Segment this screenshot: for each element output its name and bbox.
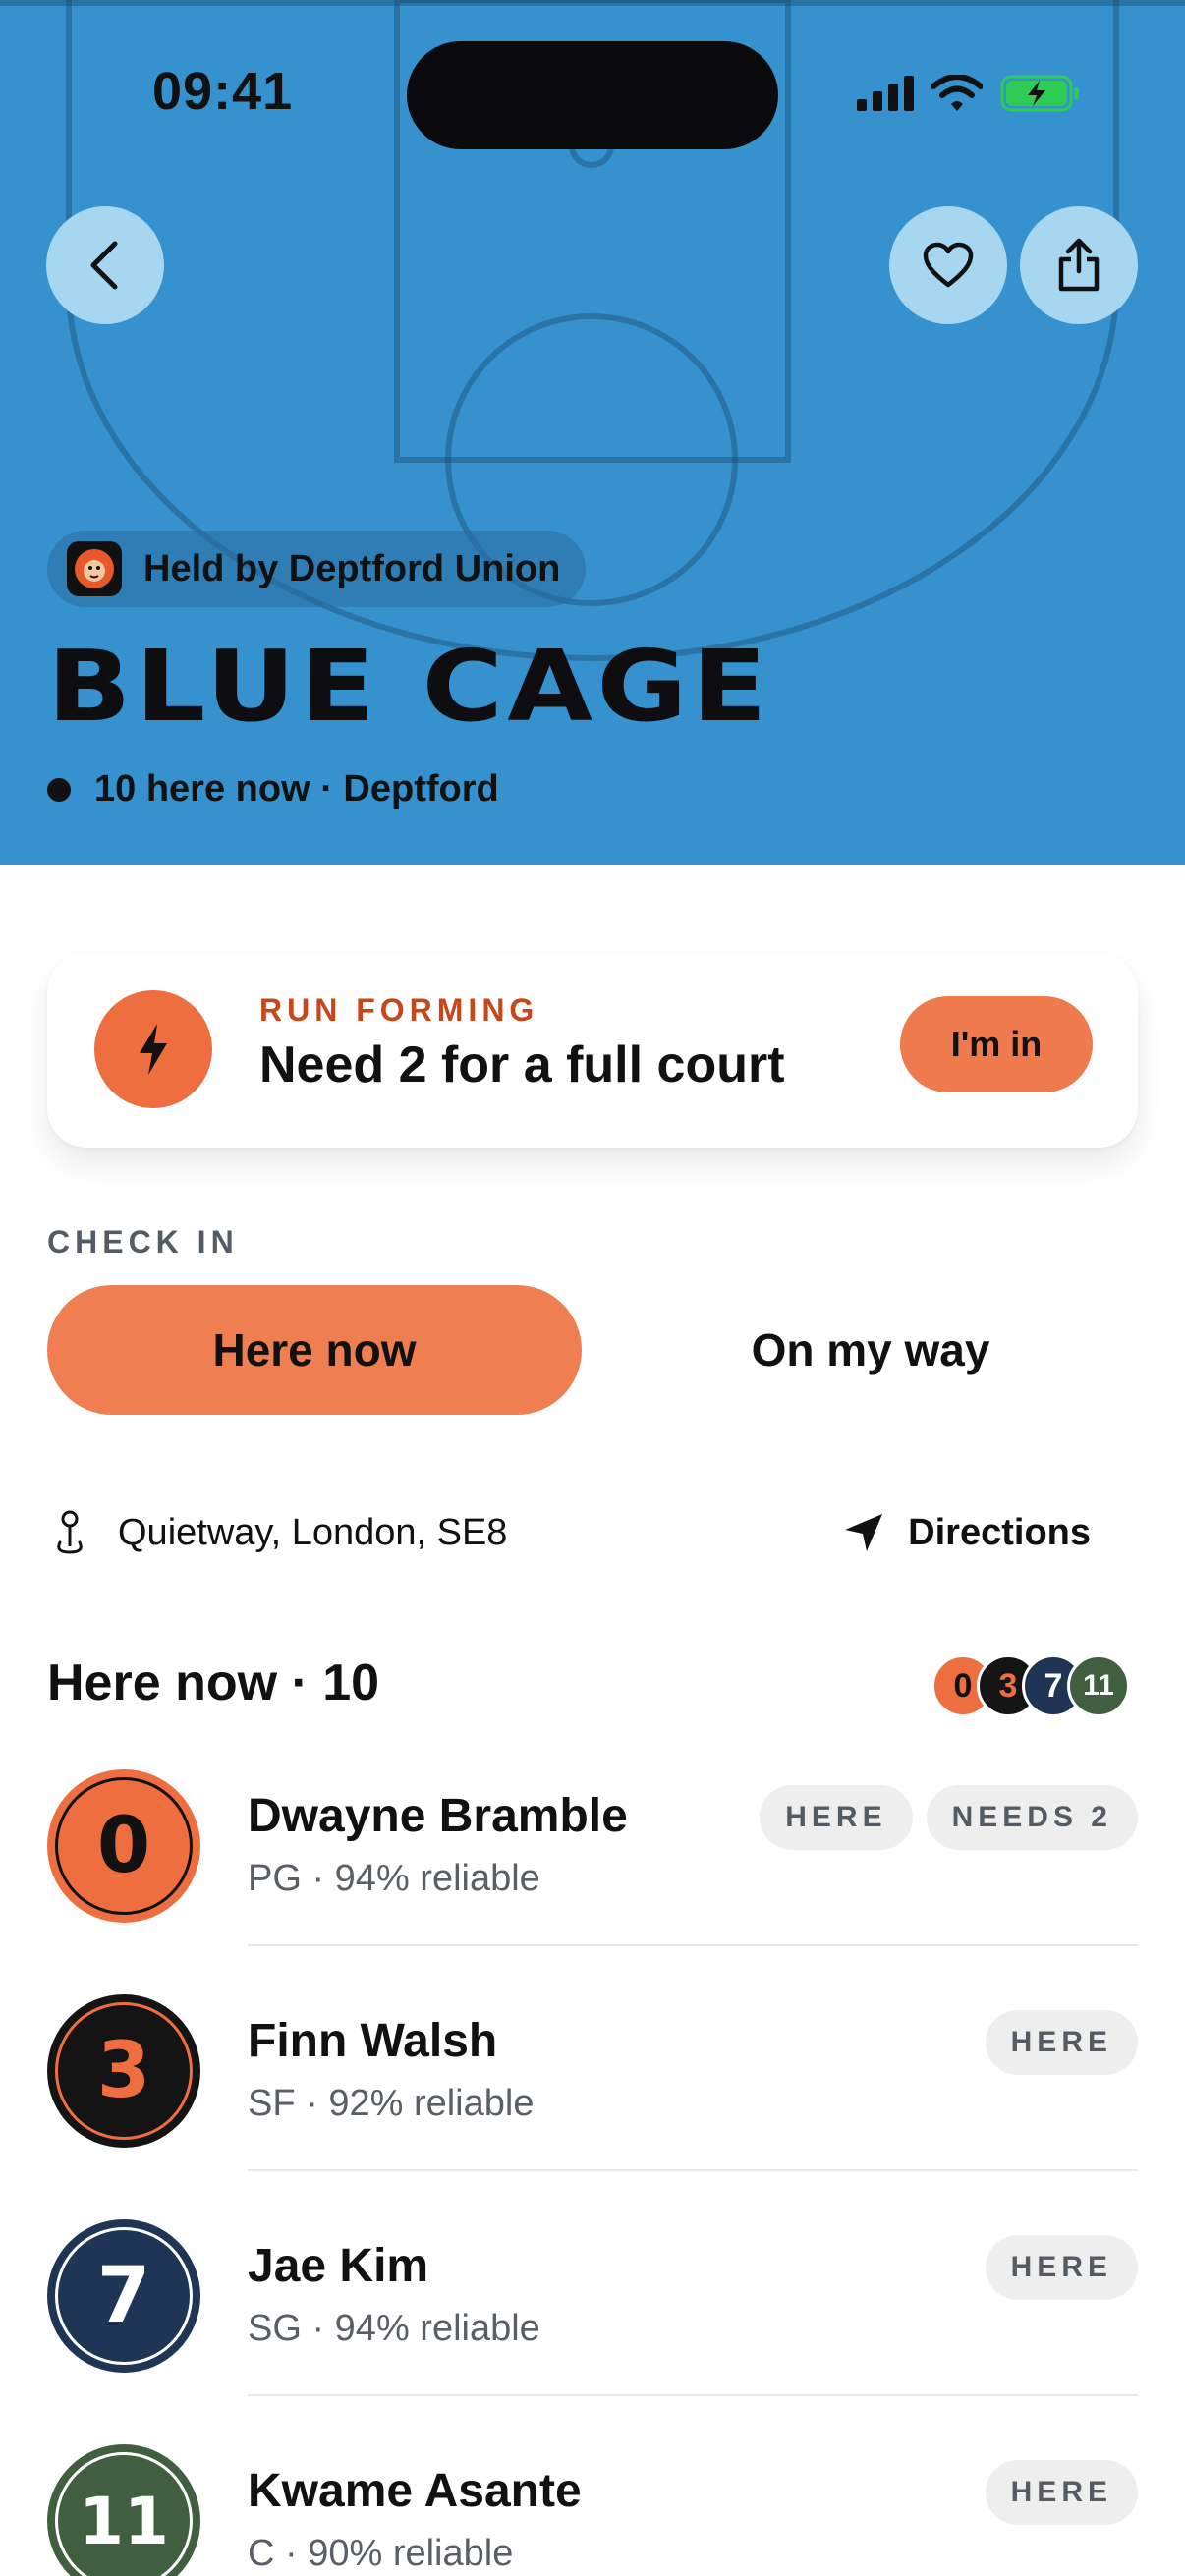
address-text: Quietway, London, SE8 bbox=[118, 1511, 508, 1553]
venue-title: BLUE CAGE bbox=[47, 629, 771, 744]
back-button[interactable] bbox=[46, 206, 164, 324]
organizer-label: Held by Deptford Union bbox=[143, 547, 561, 589]
player-meta: PG · 94% reliable bbox=[248, 1858, 540, 1899]
status-badge: HERE bbox=[985, 2010, 1138, 2075]
favorite-button[interactable] bbox=[889, 206, 1007, 324]
directions-label: Directions bbox=[908, 1511, 1091, 1553]
jersey-avatar: 11 bbox=[47, 2444, 200, 2576]
check-in-label: CHECK IN bbox=[47, 1224, 239, 1260]
heart-icon bbox=[923, 242, 974, 288]
status-icons bbox=[857, 75, 1081, 112]
venue-hero: 09:41 Held by Deptford Union BLUE CAGE 1… bbox=[0, 0, 1185, 865]
presence-line: 10 here now · Deptford bbox=[47, 768, 499, 811]
player-tags: HERE NEEDS 2 bbox=[760, 1785, 1138, 1850]
wifi-icon bbox=[931, 75, 983, 111]
player-name: Jae Kim bbox=[248, 2240, 429, 2292]
share-icon bbox=[1058, 238, 1100, 292]
player-row[interactable]: 0 Dwayne Bramble PG · 94% reliable HERE … bbox=[0, 1769, 1185, 1994]
run-forming-card: RUN FORMING Need 2 for a full court I'm … bbox=[47, 953, 1138, 1148]
jersey-avatar: 7 bbox=[47, 2219, 200, 2373]
location-row: Quietway, London, SE8 Directions bbox=[47, 1503, 1138, 1562]
map-pin-icon bbox=[47, 1503, 92, 1562]
status-badge: NEEDS 2 bbox=[926, 1785, 1138, 1850]
share-button[interactable] bbox=[1020, 206, 1138, 324]
organizer-chip[interactable]: Held by Deptford Union bbox=[47, 531, 587, 607]
row-divider bbox=[248, 2394, 1138, 2396]
player-name: Dwayne Bramble bbox=[248, 1790, 628, 1842]
row-divider bbox=[248, 1944, 1138, 1946]
row-divider bbox=[248, 2169, 1138, 2171]
player-tags: HERE bbox=[985, 2010, 1138, 2075]
avatar-stack[interactable]: 0 3 7 11 bbox=[931, 1654, 1138, 1717]
dynamic-island bbox=[407, 41, 778, 149]
jersey-avatar: 0 bbox=[47, 1769, 200, 1923]
run-kicker: RUN FORMING bbox=[259, 992, 539, 1028]
im-in-button[interactable]: I'm in bbox=[900, 996, 1093, 1092]
presence-text: 10 here now · Deptford bbox=[94, 768, 499, 810]
status-badge: HERE bbox=[985, 2235, 1138, 2300]
check-in-on-my-way-button[interactable]: On my way bbox=[603, 1285, 1138, 1415]
navigation-arrow-icon bbox=[845, 1514, 883, 1551]
here-now-title: Here now · 10 bbox=[47, 1654, 380, 1711]
directions-button[interactable]: Directions bbox=[843, 1503, 1091, 1562]
player-meta: SF · 92% reliable bbox=[248, 2083, 535, 2124]
check-in-here-now-button[interactable]: Here now bbox=[47, 1285, 582, 1415]
player-tags: HERE bbox=[985, 2460, 1138, 2525]
status-time: 09:41 bbox=[152, 62, 294, 121]
stack-avatar: 11 bbox=[1067, 1654, 1130, 1717]
player-tags: HERE bbox=[985, 2235, 1138, 2300]
status-badge: HERE bbox=[985, 2460, 1138, 2525]
battery-icon bbox=[1000, 75, 1079, 112]
player-meta: SG · 94% reliable bbox=[248, 2308, 540, 2349]
presence-dot bbox=[47, 777, 71, 802]
jersey-avatar: 3 bbox=[47, 1994, 200, 2148]
run-title: Need 2 for a full court bbox=[259, 1036, 785, 1093]
player-meta: C · 90% reliable bbox=[248, 2533, 514, 2574]
player-name: Finn Walsh bbox=[248, 2015, 498, 2067]
chevron-left-icon bbox=[90, 241, 118, 290]
cellular-signal-icon bbox=[857, 76, 914, 111]
player-name: Kwame Asante bbox=[248, 2465, 582, 2517]
lightning-icon bbox=[94, 990, 212, 1108]
lion-logo-icon bbox=[67, 541, 122, 596]
player-row[interactable]: 7 Jae Kim SG · 94% reliable HERE bbox=[0, 2219, 1185, 2444]
status-badge: HERE bbox=[760, 1785, 913, 1850]
player-row[interactable]: 11 Kwame Asante C · 90% reliable HERE bbox=[0, 2444, 1185, 2576]
player-row[interactable]: 3 Finn Walsh SF · 92% reliable HERE bbox=[0, 1994, 1185, 2219]
